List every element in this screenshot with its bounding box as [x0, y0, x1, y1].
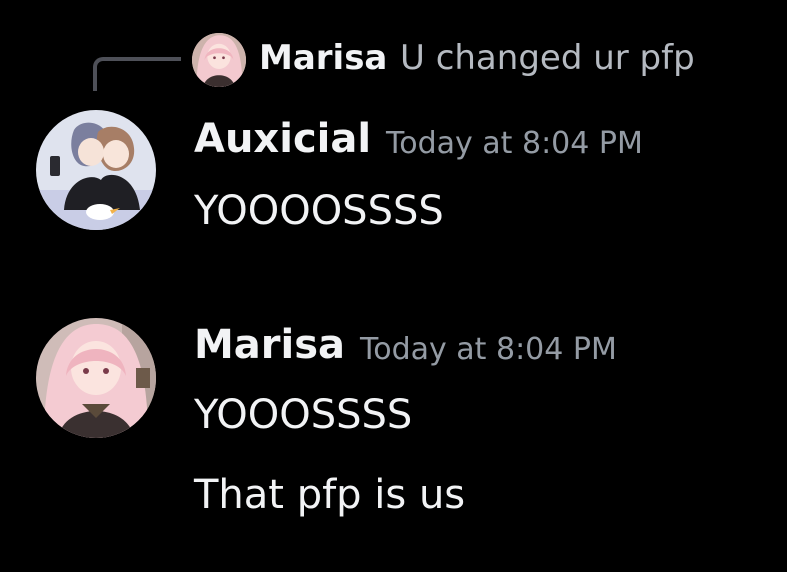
anime-girl-avatar-icon: [36, 318, 156, 438]
message-timestamp: Today at 8:04 PM: [360, 332, 617, 367]
reply-message-preview[interactable]: U changed ur pfp: [400, 38, 695, 78]
avatar-marisa[interactable]: [36, 318, 156, 438]
reply-avatar-marisa[interactable]: [192, 33, 246, 87]
couple-avatar-icon: [36, 110, 156, 230]
message-text: YOOOOSSSS: [194, 188, 444, 234]
anime-girl-avatar-icon: [192, 33, 246, 87]
reply-author[interactable]: Marisa: [259, 38, 387, 78]
message-author[interactable]: Auxicial: [194, 116, 371, 162]
message-timestamp: Today at 8:04 PM: [386, 126, 643, 161]
message-author[interactable]: Marisa: [194, 322, 345, 368]
avatar-auxicial[interactable]: [36, 110, 156, 230]
reply-connector-line: [93, 57, 181, 91]
message-text: That pfp is us: [194, 472, 466, 518]
message-text: YOOOSSSS: [194, 392, 413, 438]
